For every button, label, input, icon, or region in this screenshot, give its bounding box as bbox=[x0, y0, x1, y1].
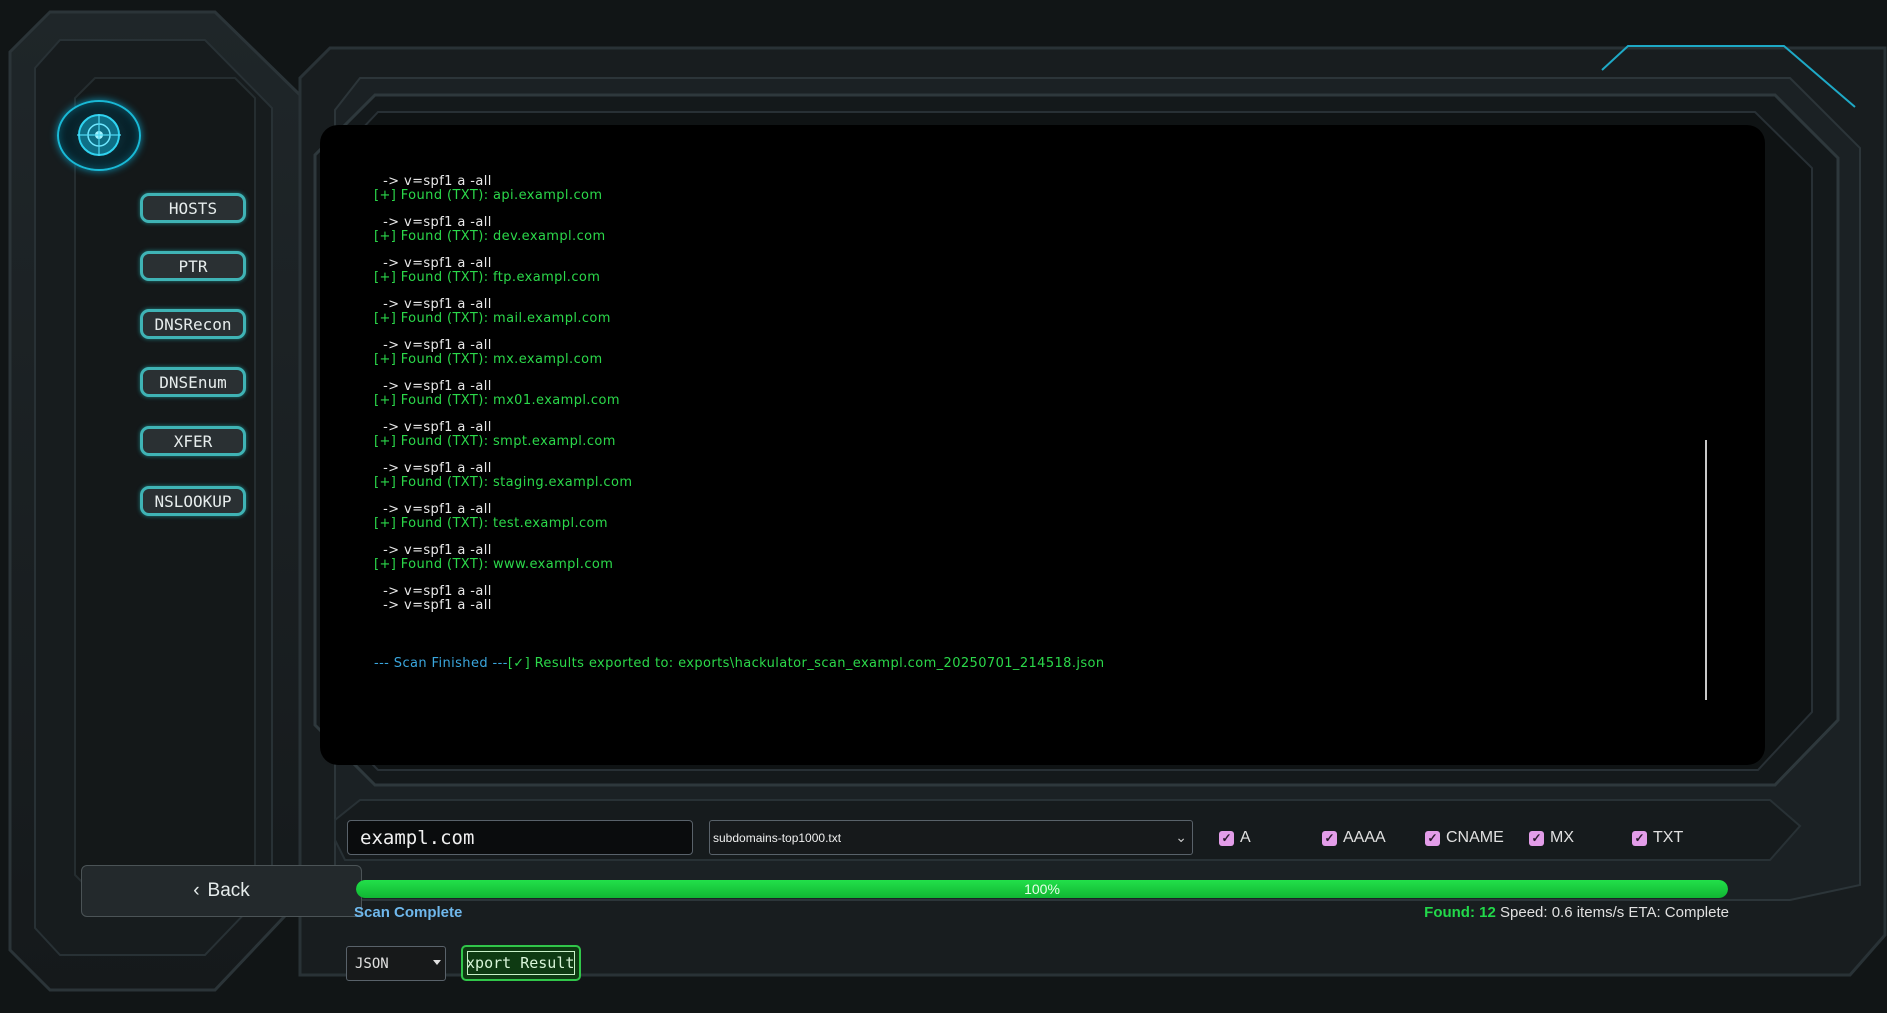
export-button-label: Export Results bbox=[467, 954, 575, 972]
export-format-select[interactable]: JSON bbox=[346, 946, 446, 981]
speed-eta: Speed: 0.6 items/s ETA: Complete bbox=[1500, 904, 1729, 921]
console-record: -> v=spf1 a -all [+] Found (TXT): mx01.ex… bbox=[374, 380, 1694, 408]
console-line: -> v=spf1 a -all bbox=[374, 256, 492, 271]
console-record: -> v=spf1 a -all [+] Found (TXT): smpt.ex… bbox=[374, 421, 1694, 449]
sidebar-item-xfer[interactable]: XFER bbox=[140, 426, 246, 456]
console-line: [+] Found (TXT): api.exampl.com bbox=[374, 188, 603, 203]
console-line: [+] Found (TXT): staging.exampl.com bbox=[374, 475, 633, 490]
back-button[interactable]: ‹ Back bbox=[81, 865, 362, 917]
record-type-cname-checkbox[interactable]: ✓ CNAME bbox=[1425, 828, 1504, 848]
console-line: -> v=spf1 a -all bbox=[374, 584, 492, 599]
checkbox-label: CNAME bbox=[1446, 829, 1504, 846]
console-line: [+] Found (TXT): smpt.exampl.com bbox=[374, 434, 616, 449]
record-type-aaaa-checkbox[interactable]: ✓ AAAA bbox=[1322, 828, 1386, 848]
check-icon: ✓ bbox=[1632, 830, 1647, 846]
chevron-left-icon: ‹ bbox=[193, 880, 200, 901]
domain-input[interactable] bbox=[347, 820, 693, 855]
console-record: -> v=spf1 a -all [+] Found (TXT): api.exa… bbox=[374, 175, 1694, 203]
console-line: -> v=spf1 a -all bbox=[374, 174, 492, 189]
checkbox-label: TXT bbox=[1653, 829, 1684, 846]
check-icon: ✓ bbox=[1219, 830, 1234, 846]
record-type-txt-checkbox[interactable]: ✓ TXT bbox=[1632, 828, 1683, 848]
checkbox-label: MX bbox=[1550, 829, 1574, 846]
console-record: -> v=spf1 a -all [+] Found (TXT): dev.exa… bbox=[374, 216, 1694, 244]
console-record: -> v=spf1 a -all [+] Found (TXT): test.ex… bbox=[374, 503, 1694, 531]
console-record: -> v=spf1 a -all [+] Found (TXT): mail.ex… bbox=[374, 298, 1694, 326]
console-record: -> v=spf1 a -all [+] Found (TXT): mx.exam… bbox=[374, 339, 1694, 367]
wordlist-value: subdomains-top1000.txt bbox=[713, 830, 842, 845]
console-line: [+] Found (TXT): mail.exampl.com bbox=[374, 311, 611, 326]
radar-icon bbox=[77, 114, 121, 156]
console-line: -> v=spf1 a -all bbox=[374, 379, 492, 394]
sidebar-item-dnsrecon[interactable]: DNSRecon bbox=[140, 309, 246, 339]
console-line: -> v=spf1 a -all bbox=[374, 598, 492, 613]
record-type-mx-checkbox[interactable]: ✓ MX bbox=[1529, 828, 1574, 848]
console-line: -> v=spf1 a -all bbox=[374, 338, 492, 353]
console-line: -> v=spf1 a -all bbox=[374, 543, 492, 558]
sidebar-item-nslookup[interactable]: NSLOOKUP bbox=[140, 486, 246, 516]
check-icon: ✓ bbox=[1425, 830, 1440, 846]
scan-finished-label: --- Scan Finished --- bbox=[374, 656, 508, 671]
scan-finished-line: --- Scan Finished ---[✓] Results exporte… bbox=[374, 657, 1694, 671]
console-record: -> v=spf1 a -all [+] Found (TXT): staging… bbox=[374, 462, 1694, 490]
checkbox-label: AAAA bbox=[1343, 829, 1386, 846]
console-record: -> v=spf1 a -all [+] Found (TXT): ftp.exa… bbox=[374, 257, 1694, 285]
console-line: [+] Found (TXT): test.exampl.com bbox=[374, 516, 608, 531]
caret-down-icon bbox=[433, 960, 441, 965]
console-line: -> v=spf1 a -all bbox=[374, 461, 492, 476]
progress-label: 100% bbox=[1024, 881, 1060, 897]
console-line: [+] Found (TXT): www.exampl.com bbox=[374, 557, 614, 572]
console-scrollbar[interactable] bbox=[1705, 440, 1707, 700]
logo bbox=[57, 100, 141, 171]
console-line: -> v=spf1 a -all bbox=[374, 297, 492, 312]
console-line: -> v=spf1 a -all bbox=[374, 502, 492, 517]
sidebar-item-dnsenum[interactable]: DNSEnum bbox=[140, 367, 246, 397]
back-label: Back bbox=[207, 880, 250, 901]
found-count: Found: 12 bbox=[1424, 904, 1496, 921]
console-line: -> v=spf1 a -all bbox=[374, 420, 492, 435]
record-type-a-checkbox[interactable]: ✓ A bbox=[1219, 828, 1251, 848]
check-icon: ✓ bbox=[1529, 830, 1544, 846]
checkbox-label: A bbox=[1240, 829, 1251, 846]
console-line: [+] Found (TXT): mx.exampl.com bbox=[374, 352, 603, 367]
progress-bar: 100% bbox=[356, 880, 1728, 898]
console-line: [+] Found (TXT): mx01.exampl.com bbox=[374, 393, 620, 408]
check-icon: ✓ bbox=[1322, 830, 1337, 846]
console-line: -> v=spf1 a -all bbox=[374, 215, 492, 230]
console-record: -> v=spf1 a -all [+] Found (TXT): www.exa… bbox=[374, 544, 1694, 572]
chevron-down-icon: ⌄ bbox=[1175, 829, 1187, 845]
scan-stats: Found: 12 Speed: 0.6 items/s ETA: Comple… bbox=[1424, 904, 1729, 921]
sidebar-item-hosts[interactable]: HOSTS bbox=[140, 193, 246, 223]
export-message: [✓] Results exported to: exports\hackula… bbox=[507, 656, 1105, 671]
export-results-button[interactable]: Export Results bbox=[461, 945, 581, 981]
export-format-value: JSON bbox=[355, 955, 389, 972]
console-output: -> v=spf1 a -all [+] Found (TXT): api.exa… bbox=[374, 175, 1694, 671]
console-line: [+] Found (TXT): dev.exampl.com bbox=[374, 229, 606, 244]
sidebar-item-ptr[interactable]: PTR bbox=[140, 251, 246, 281]
console-line: [+] Found (TXT): ftp.exampl.com bbox=[374, 270, 601, 285]
wordlist-select[interactable]: subdomains-top1000.txt ⌄ bbox=[709, 820, 1193, 855]
scan-status: Scan Complete bbox=[354, 904, 463, 921]
